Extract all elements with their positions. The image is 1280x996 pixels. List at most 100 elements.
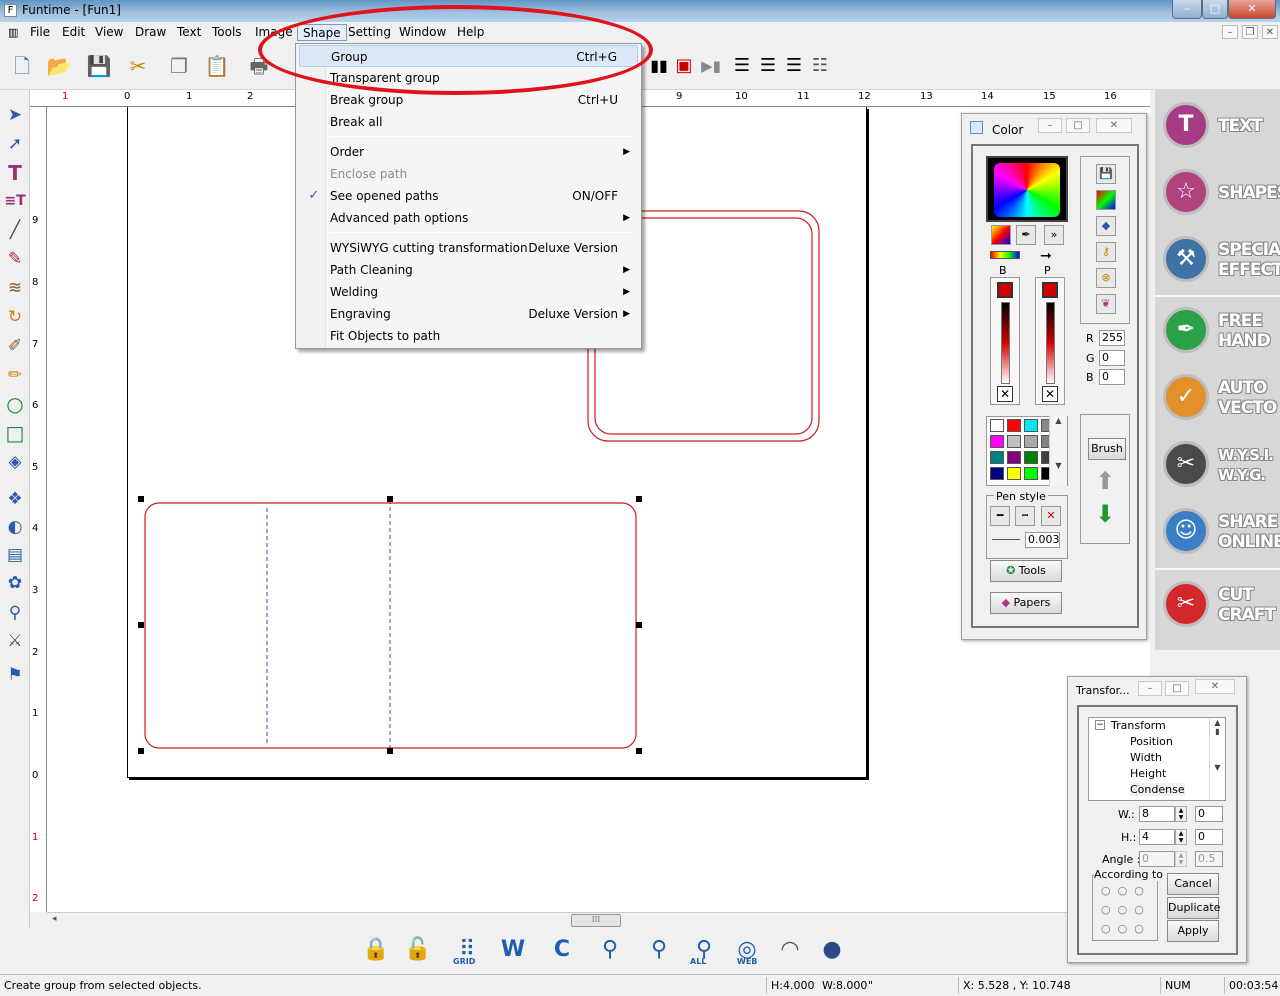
menu-window[interactable]: Window (394, 24, 451, 41)
menu-text[interactable]: Text (172, 24, 206, 41)
align-left-icon[interactable]: ☰ (728, 52, 756, 80)
arrow-right-icon[interactable]: ➞ (1040, 248, 1052, 264)
copy-icon[interactable]: ❐ (165, 52, 193, 80)
no-pen-icon[interactable]: ✕ (1042, 386, 1058, 402)
tree-node-condense[interactable]: Condense (1130, 783, 1185, 796)
lock-icon[interactable]: 🔒 (360, 934, 392, 966)
save-disk-icon[interactable]: 💾 (85, 52, 113, 80)
align-right-icon[interactable]: ☰ (780, 52, 808, 80)
menu-shape[interactable]: Shape (297, 24, 347, 41)
open-folder-icon[interactable]: 📂 (45, 52, 73, 80)
palette-swatch[interactable] (1007, 435, 1021, 448)
stamp-tool-icon[interactable]: ⚑ (3, 662, 27, 688)
tree-collapse-icon[interactable]: − (1095, 720, 1105, 730)
red-square-icon[interactable]: ▣ (670, 52, 698, 80)
green-value-field[interactable]: 0 (1099, 350, 1125, 366)
scroll-left-arrow-icon[interactable]: ◂ (52, 914, 57, 924)
feature-special-effects[interactable]: ⚒ SPECIAL EFFECTS (1160, 230, 1280, 290)
align-justify-icon[interactable]: ☷ (806, 52, 834, 80)
target-icon[interactable]: ⊗ (1096, 268, 1116, 288)
h-secondary-input[interactable]: 0 (1195, 829, 1223, 845)
bar-chart-icon[interactable]: ▮▮ (645, 52, 673, 80)
line-tool-icon[interactable]: ╱ (3, 217, 27, 243)
layer-tool-icon[interactable]: ▤ (3, 542, 27, 568)
panel-maximize-button[interactable]: □ (1165, 681, 1189, 696)
palette-swatch[interactable] (1007, 467, 1021, 480)
menu-item-fit-objects-to-path[interactable]: Fit Objects to path (299, 325, 638, 347)
menu-item-break-all[interactable]: Break all (299, 111, 638, 133)
close-button[interactable]: ✕ (1228, 0, 1276, 19)
palette-swatch[interactable] (1024, 435, 1038, 448)
menu-item-see-opened-paths[interactable]: ✓ See opened paths ON/OFF (299, 185, 638, 207)
pencil-tool-icon[interactable]: ✎ (3, 246, 27, 272)
puzzle-tool-icon[interactable]: ✿ (3, 570, 27, 596)
text-tool-icon[interactable]: T (3, 160, 27, 186)
feature-wysiwyg[interactable]: ✂ W.Y.S.I. W.Y.G. (1160, 435, 1278, 495)
feature-auto-vecto[interactable]: ✓ AUTO VECTO (1160, 368, 1278, 428)
no-brush-icon[interactable]: ✕ (997, 386, 1013, 402)
cut-scissors-icon[interactable]: ✂ (124, 52, 152, 80)
print-icon[interactable]: 🖶 (245, 52, 273, 80)
h-spinner[interactable]: ▲ ▼ (1175, 829, 1187, 845)
feature-shapes[interactable]: ☆ SHAPES (1160, 163, 1280, 223)
palette-swatch[interactable] (990, 451, 1004, 464)
paste-clipboard-icon[interactable]: 📋 (203, 52, 231, 80)
zoom-back-icon[interactable]: ⚲ (594, 934, 626, 966)
color-cube-picker[interactable] (986, 156, 1068, 222)
palette-swatch[interactable] (1024, 419, 1038, 432)
no-line-icon[interactable]: ✕ (1041, 506, 1061, 526)
scroll-thumb[interactable]: ⁞⁞⁞ (571, 914, 621, 927)
paragraph-text-icon[interactable]: ≡T (3, 188, 27, 214)
brush-tool-icon[interactable]: ✏ (3, 362, 27, 388)
menu-item-engraving[interactable]: Engraving Deluxe Version ▶ (299, 303, 638, 325)
palette-swatch[interactable] (1007, 419, 1021, 432)
tree-node-width[interactable]: Width (1130, 751, 1162, 764)
mdi-close-button[interactable]: ✕ (1262, 25, 1278, 39)
palette-swatch[interactable] (990, 467, 1004, 480)
menu-edit[interactable]: Edit (57, 24, 90, 41)
spiral-tool-icon[interactable]: ↻ (3, 304, 27, 330)
palette-swatch[interactable] (1024, 467, 1038, 480)
apply-button[interactable]: Apply (1167, 920, 1219, 942)
menu-help[interactable]: Help (452, 24, 489, 41)
w-spinner[interactable]: ▲ ▼ (1175, 806, 1187, 822)
zoom-select-icon[interactable]: ⚲ (643, 934, 675, 966)
palette-scrollbar[interactable]: ▲ ▼ (1049, 416, 1067, 486)
menu-item-transparent-group[interactable]: Transparent group (299, 67, 638, 89)
feature-free-hand[interactable]: ✒ FREE HAND (1160, 301, 1278, 361)
key-icon[interactable]: ⚷ (1096, 242, 1116, 262)
cancel-button[interactable]: Cancel (1167, 873, 1219, 895)
papers-button[interactable]: ◆ Papers (990, 592, 1062, 614)
new-document-icon[interactable]: 🗋 (8, 52, 36, 80)
fill-bucket-icon[interactable]: ◆ (1096, 216, 1116, 236)
globe-icon[interactable]: ● (816, 934, 848, 966)
menu-item-group[interactable]: Group Ctrl+G (299, 45, 638, 67)
gradient-icon[interactable] (991, 225, 1011, 245)
palette-swatch[interactable] (990, 419, 1004, 432)
rectangle-tool-icon[interactable]: □ (3, 420, 27, 446)
feature-text[interactable]: T TEXT (1160, 96, 1278, 156)
pen-width-field[interactable]: 0.003 (1025, 532, 1060, 548)
w-secondary-input[interactable]: 0 (1195, 806, 1223, 822)
shape-gallery-icon[interactable]: ❖ (3, 486, 27, 512)
anchor-radio-row[interactable]: ○○○ (1101, 903, 1151, 916)
eraser-tool-icon[interactable]: ◈ (3, 449, 27, 475)
tools-button[interactable]: ✪ Tools (990, 560, 1062, 582)
select-arrow-icon[interactable]: ➤ (3, 102, 27, 128)
brush-button[interactable]: Brush (1088, 438, 1126, 460)
transform-tree[interactable]: − Transform Position Width Height Conden… (1088, 717, 1226, 801)
menu-item-wysiwyg-cutting[interactable]: WYSiWYG cutting transformation Deluxe Ve… (299, 237, 638, 259)
feature-cut-craft[interactable]: ✂ CUT CRAFT (1160, 575, 1278, 635)
color-strip-icon[interactable] (990, 251, 1020, 259)
palette-swatch[interactable] (1007, 451, 1021, 464)
tree-scrollbar[interactable]: ▲ ▮ ▼ (1209, 718, 1225, 800)
unlock-icon[interactable]: 🔓 (402, 934, 434, 966)
tree-node-height[interactable]: Height (1130, 767, 1166, 780)
align-center-icon[interactable]: ☰ (754, 52, 782, 80)
ellipse-tool-icon[interactable]: ○ (3, 391, 27, 417)
menu-item-order[interactable]: Order ▶ (299, 141, 638, 163)
h-input[interactable]: 4 (1139, 829, 1175, 845)
menu-image[interactable]: Image (250, 24, 298, 41)
panel-close-button[interactable]: ✕ (1096, 118, 1132, 133)
duplicate-button[interactable]: Duplicate (1167, 897, 1220, 919)
